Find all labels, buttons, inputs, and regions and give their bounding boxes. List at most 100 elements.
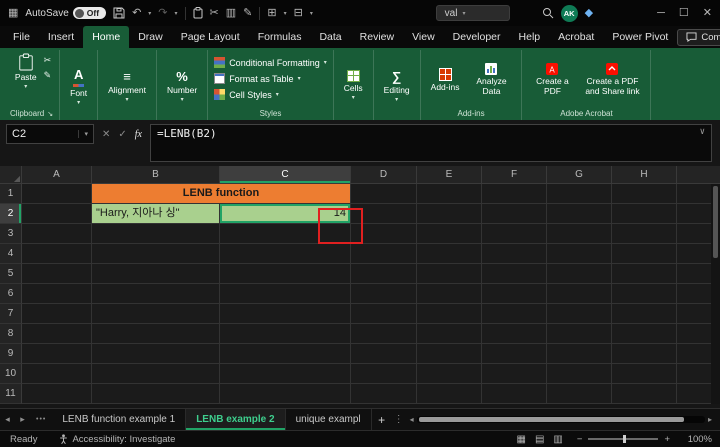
column-header-A[interactable]: A (22, 166, 92, 184)
cell-B1[interactable]: LENB function (92, 184, 351, 204)
cell-G4[interactable] (547, 244, 612, 264)
ribbon-tab-draw[interactable]: Draw (129, 26, 172, 48)
column-header-G[interactable]: G (547, 166, 612, 184)
cell-H11[interactable] (612, 384, 677, 404)
cell-A1[interactable] (22, 184, 92, 204)
row-header-10[interactable]: 10 (0, 364, 22, 384)
cell-B9[interactable] (92, 344, 220, 364)
cell-F5[interactable] (482, 264, 547, 284)
cell-H8[interactable] (612, 324, 677, 344)
cell-D9[interactable] (351, 344, 417, 364)
borders-icon[interactable]: ⊞ (267, 8, 276, 19)
cell-G1[interactable] (547, 184, 612, 204)
accessibility-status-button[interactable]: Accessibility: Investigate (59, 434, 175, 445)
cell-B4[interactable] (92, 244, 220, 264)
ribbon-tab-data[interactable]: Data (310, 26, 350, 48)
alignment-button[interactable]: ≡ Alignment ▾ (104, 50, 150, 120)
analyze-data-button[interactable]: Analyze Data (467, 52, 515, 107)
format-as-table-button[interactable]: Format as Table ▾ (214, 72, 327, 86)
page-layout-view-icon[interactable]: ▤ (535, 434, 544, 445)
cell-B11[interactable] (92, 384, 220, 404)
cell-F9[interactable] (482, 344, 547, 364)
ribbon-tab-developer[interactable]: Developer (444, 26, 510, 48)
sheet-tab-unique-exampl[interactable]: unique exampl (286, 409, 372, 430)
column-header-H[interactable]: H (612, 166, 677, 184)
cell-G2[interactable] (547, 204, 612, 224)
cell-E5[interactable] (417, 264, 482, 284)
cell-C4[interactable] (220, 244, 351, 264)
cell-D8[interactable] (351, 324, 417, 344)
cell-D10[interactable] (351, 364, 417, 384)
cell-B5[interactable] (92, 264, 220, 284)
ribbon-tab-help[interactable]: Help (510, 26, 550, 48)
cell-B8[interactable] (92, 324, 220, 344)
cell-A11[interactable] (22, 384, 92, 404)
autosave-toggle[interactable]: AutoSave Off (25, 7, 106, 19)
cell-F1[interactable] (482, 184, 547, 204)
horizontal-scrollbar[interactable]: ◂ ▸ (406, 409, 720, 430)
app-menu-icon[interactable]: ▦ (8, 8, 18, 19)
column-header-B[interactable]: B (92, 166, 220, 184)
cancel-entry-icon[interactable]: ✕ (102, 129, 110, 140)
vertical-scrollbar[interactable] (711, 184, 720, 404)
cells-button[interactable]: Cells ▾ (340, 50, 367, 120)
merge-dropdown-icon[interactable]: ▾ (310, 10, 313, 17)
cell-G8[interactable] (547, 324, 612, 344)
name-box-dropdown-icon[interactable]: ▾ (78, 130, 88, 138)
cell-G10[interactable] (547, 364, 612, 384)
cell-C9[interactable] (220, 344, 351, 364)
editing-button[interactable]: ∑ Editing ▾ (380, 50, 414, 120)
cell-D5[interactable] (351, 264, 417, 284)
row-header-9[interactable]: 9 (0, 344, 22, 364)
sheet-tab-lenb-function-example-1[interactable]: LENB function example 1 (52, 409, 186, 430)
cell-H7[interactable] (612, 304, 677, 324)
cell-C5[interactable] (220, 264, 351, 284)
confirm-entry-icon[interactable]: ✓ (118, 129, 126, 140)
column-header-E[interactable]: E (417, 166, 482, 184)
ribbon-tab-insert[interactable]: Insert (39, 26, 83, 48)
cell-F3[interactable] (482, 224, 547, 244)
zoom-out-button[interactable]: − (577, 434, 583, 445)
cell-H5[interactable] (612, 264, 677, 284)
zoom-slider-thumb[interactable] (623, 435, 626, 443)
cell-E3[interactable] (417, 224, 482, 244)
hscroll-track[interactable] (417, 416, 705, 423)
ribbon-tab-file[interactable]: File (4, 26, 39, 48)
cell-G9[interactable] (547, 344, 612, 364)
cell-B3[interactable] (92, 224, 220, 244)
insert-function-icon[interactable]: fx (135, 129, 142, 140)
create-pdf-share-button[interactable]: Create a PDF and Share link (580, 52, 644, 107)
row-header-5[interactable]: 5 (0, 264, 22, 284)
cell-A9[interactable] (22, 344, 92, 364)
user-avatar[interactable]: AK (561, 5, 578, 22)
cell-H4[interactable] (612, 244, 677, 264)
sheet-tab-lenb-example-2[interactable]: LENB example 2 (186, 409, 285, 430)
search-icon[interactable] (542, 7, 554, 19)
zoom-in-button[interactable]: + (664, 434, 670, 445)
select-all-button[interactable]: ◢ (0, 166, 22, 184)
cell-D6[interactable] (351, 284, 417, 304)
sheet-nav-right-icon[interactable]: ▸ (15, 409, 30, 430)
cell-G7[interactable] (547, 304, 612, 324)
create-pdf-button[interactable]: A Create a PDF (528, 52, 576, 107)
zoom-level[interactable]: 100% (680, 434, 712, 445)
sheet-options-icon[interactable]: ⋮ (392, 409, 406, 430)
cell-E6[interactable] (417, 284, 482, 304)
cell-B6[interactable] (92, 284, 220, 304)
cell-G3[interactable] (547, 224, 612, 244)
cell-F6[interactable] (482, 284, 547, 304)
cell-A7[interactable] (22, 304, 92, 324)
ribbon-tab-home[interactable]: Home (83, 26, 129, 48)
ribbon-tab-power-pivot[interactable]: Power Pivot (603, 26, 677, 48)
cell-E11[interactable] (417, 384, 482, 404)
cell-B7[interactable] (92, 304, 220, 324)
cell-D7[interactable] (351, 304, 417, 324)
autosave-pill[interactable]: Off (73, 7, 106, 19)
maximize-button[interactable]: ☐ (679, 8, 689, 19)
cell-B10[interactable] (92, 364, 220, 384)
cell-E2[interactable] (417, 204, 482, 224)
cell-A6[interactable] (22, 284, 92, 304)
cell-A2[interactable] (22, 204, 92, 224)
font-button[interactable]: A Font ▾ (66, 50, 91, 120)
column-header-C[interactable]: C (220, 166, 351, 184)
